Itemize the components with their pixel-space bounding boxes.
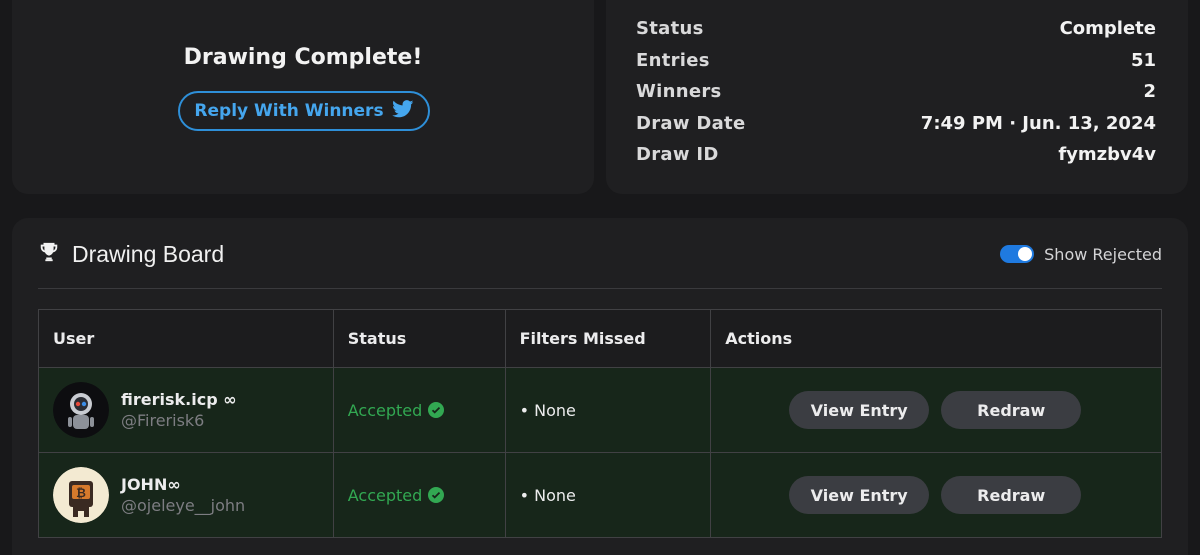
reply-with-winners-button[interactable]: Reply With Winners	[178, 91, 430, 131]
twitter-bird-icon	[391, 99, 414, 123]
show-rejected-control: Show Rejected	[1000, 245, 1162, 264]
redraw-button[interactable]: Redraw	[941, 391, 1082, 429]
status-accepted-label: Accepted	[347, 485, 423, 505]
svg-text:₿: ₿	[76, 486, 86, 500]
filters-missed-value: • None	[519, 485, 576, 505]
avatar[interactable]: ₿	[53, 467, 109, 523]
actions-cell: View Entry Redraw	[710, 452, 1162, 538]
check-circle-icon	[428, 402, 445, 418]
stat-label: Entries	[636, 49, 710, 71]
toggle-knob	[1018, 247, 1033, 261]
trophy-icon	[38, 241, 60, 267]
stat-row-entries: Entries 51	[636, 48, 1156, 72]
column-header-actions: Actions	[710, 309, 1162, 368]
board-divider	[38, 288, 1162, 289]
table-header-row: User Status Filters Missed Actions	[38, 309, 1162, 368]
stat-value: Complete	[1059, 17, 1156, 39]
drawing-stats-card: Status Complete Entries 51 Winners 2 Dra…	[606, 0, 1188, 194]
stat-label: Status	[636, 17, 704, 39]
column-header-user: User	[38, 309, 334, 368]
stat-label: Draw ID	[636, 143, 719, 165]
user-display-name: JOHN∞	[121, 475, 181, 494]
stat-row-winners: Winners 2	[636, 79, 1156, 103]
drawing-board-title-group: Drawing Board	[38, 241, 224, 268]
user-cell: firerisk.icp ∞ @Firerisk6	[38, 367, 334, 453]
entries-table: User Status Filters Missed Actions firer…	[38, 309, 1162, 538]
stat-value: 2	[1143, 80, 1156, 102]
column-header-status: Status	[332, 309, 506, 368]
filters-missed-cell: • None	[504, 367, 712, 453]
drawing-board-card: Drawing Board Show Rejected User Status …	[12, 218, 1188, 555]
actions-cell: View Entry Redraw	[710, 367, 1162, 453]
stat-row-status: Status Complete	[636, 16, 1156, 40]
status-accepted-label: Accepted	[347, 400, 423, 420]
drawing-board-header: Drawing Board Show Rejected	[38, 238, 1162, 270]
user-display-name: firerisk.icp ∞	[121, 390, 237, 409]
drawing-complete-title: Drawing Complete!	[183, 45, 423, 70]
user-handle[interactable]: @Firerisk6	[121, 411, 237, 430]
stat-label: Draw Date	[636, 112, 746, 134]
filters-missed-cell: • None	[504, 452, 712, 538]
stat-label: Winners	[636, 80, 722, 102]
stat-value: fymzbv4v	[1058, 143, 1156, 165]
column-header-filters-missed: Filters Missed	[504, 309, 712, 368]
user-cell: ₿ JOHN∞ @ojeleye__john	[38, 452, 334, 538]
avatar[interactable]	[53, 382, 109, 438]
table-row: firerisk.icp ∞ @Firerisk6 Accepted • Non…	[38, 367, 1162, 453]
user-handle[interactable]: @ojeleye__john	[121, 496, 245, 515]
check-circle-icon	[428, 487, 445, 503]
redraw-button[interactable]: Redraw	[941, 476, 1082, 514]
drawing-summary-card: Drawing Complete! Reply With Winners	[12, 0, 594, 194]
show-rejected-toggle[interactable]	[1000, 245, 1035, 263]
show-rejected-label: Show Rejected	[1044, 244, 1162, 264]
view-entry-button[interactable]: View Entry	[789, 391, 930, 429]
view-entry-button[interactable]: View Entry	[789, 476, 930, 514]
status-cell: Accepted	[332, 367, 506, 453]
stat-row-draw-id: Draw ID fymzbv4v	[636, 142, 1156, 166]
status-cell: Accepted	[332, 452, 506, 538]
stat-row-draw-date: Draw Date 7:49 PM · Jun. 13, 2024	[636, 111, 1156, 135]
stat-value: 51	[1130, 49, 1156, 71]
table-row: ₿ JOHN∞ @ojeleye__john Accepted • None V…	[38, 452, 1162, 538]
reply-button-label: Reply With Winners	[194, 101, 384, 121]
drawing-board-title: Drawing Board	[72, 240, 225, 267]
filters-missed-value: • None	[519, 400, 576, 420]
stat-value: 7:49 PM · Jun. 13, 2024	[920, 112, 1156, 134]
